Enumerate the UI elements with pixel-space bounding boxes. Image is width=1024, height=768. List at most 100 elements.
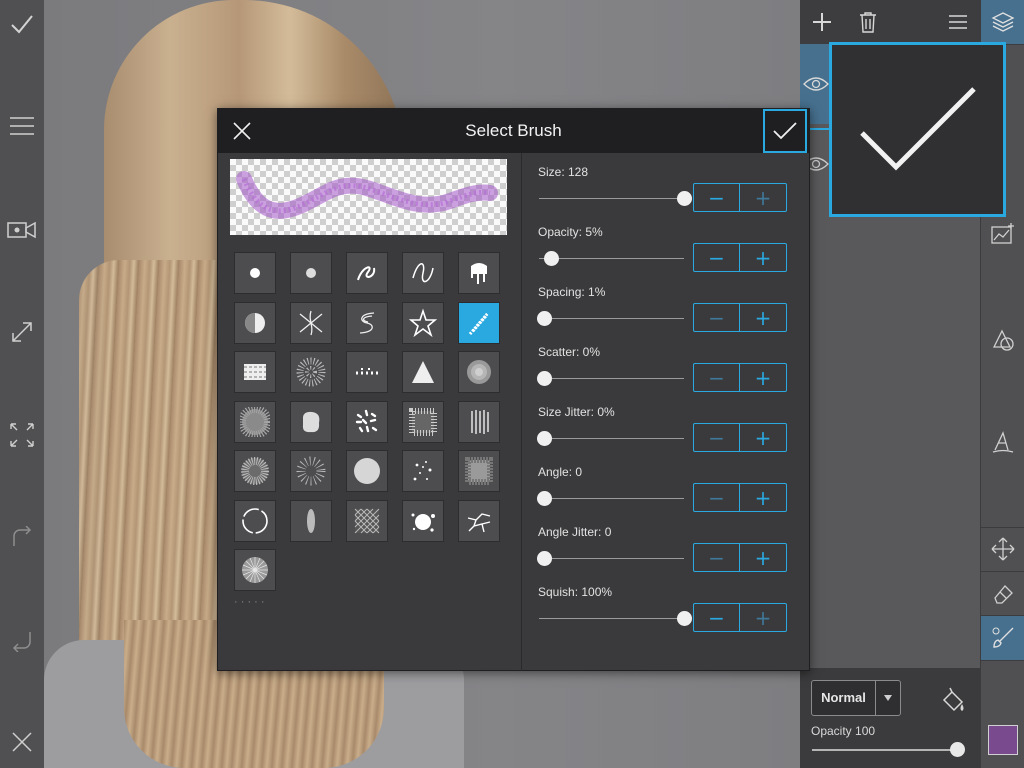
setting-slider[interactable] [539, 618, 684, 619]
decrement-button[interactable]: − [694, 424, 740, 451]
brush-option[interactable] [290, 252, 332, 294]
brush-setting-row: Squish: 100% − + [522, 573, 809, 633]
brush-option[interactable] [234, 351, 276, 393]
brush-option[interactable] [458, 351, 500, 393]
brush-option[interactable] [290, 499, 332, 542]
setting-slider[interactable] [539, 378, 684, 379]
increment-button[interactable]: + [740, 304, 786, 331]
close-icon [233, 122, 251, 140]
redo-button[interactable] [0, 518, 44, 558]
layer-menu-button[interactable] [936, 0, 980, 44]
setting-slider[interactable] [539, 198, 684, 199]
decrement-button[interactable]: − [694, 544, 740, 571]
brush-option[interactable] [402, 400, 444, 443]
decrement-button[interactable]: − [694, 604, 740, 631]
current-color-swatch[interactable] [988, 725, 1018, 755]
blend-mode-select[interactable]: Normal [811, 680, 901, 716]
minus-icon: − [708, 305, 725, 330]
brush-option[interactable] [458, 450, 500, 492]
brush-option[interactable] [458, 499, 500, 542]
brush-option[interactable] [234, 450, 276, 492]
brush-option[interactable] [234, 549, 276, 591]
brush-option[interactable] [290, 301, 332, 344]
brush-option[interactable] [402, 351, 444, 393]
move-button[interactable] [981, 527, 1024, 571]
increment-button[interactable]: + [740, 424, 786, 451]
brush-option[interactable] [402, 450, 444, 492]
brush-option[interactable] [458, 252, 500, 294]
increment-button[interactable]: + [740, 184, 786, 211]
brush-option[interactable] [290, 351, 332, 393]
brush-option[interactable] [346, 450, 388, 492]
layer-opacity-slider-thumb[interactable] [950, 742, 965, 757]
brush-option[interactable] [402, 301, 444, 344]
brush-option[interactable] [458, 400, 500, 443]
setting-stepper: − + [693, 543, 787, 572]
brush-option[interactable] [402, 252, 444, 294]
setting-slider-thumb[interactable] [544, 251, 559, 266]
setting-slider-thumb[interactable] [537, 371, 552, 386]
setting-label: Scatter: 0% [538, 345, 601, 359]
setting-slider[interactable] [539, 258, 684, 259]
resize-button[interactable] [0, 312, 44, 352]
brush-option[interactable] [346, 351, 388, 393]
add-image-button[interactable] [981, 212, 1024, 256]
setting-slider-thumb[interactable] [677, 191, 692, 206]
minus-icon: − [708, 485, 725, 510]
increment-button[interactable]: + [740, 604, 786, 631]
brush-button[interactable] [981, 616, 1024, 660]
setting-slider-thumb[interactable] [537, 431, 552, 446]
layers-button[interactable] [981, 0, 1024, 44]
setting-slider[interactable] [539, 498, 684, 499]
brush-option[interactable] [290, 450, 332, 492]
layer-visibility-toggle[interactable] [802, 66, 830, 102]
plus-icon: + [754, 305, 772, 330]
fullscreen-button[interactable] [0, 415, 44, 455]
close-button[interactable] [0, 722, 44, 762]
apply-button[interactable] [0, 4, 44, 44]
delete-layer-button[interactable] [846, 0, 890, 44]
fill-bucket-button[interactable] [938, 686, 968, 716]
undo-button[interactable] [0, 620, 44, 660]
eraser-button[interactable] [981, 572, 1024, 616]
brush-option[interactable] [234, 400, 276, 443]
setting-slider-thumb[interactable] [677, 611, 692, 626]
increment-button[interactable]: + [740, 544, 786, 571]
layer-opacity-slider[interactable] [812, 749, 957, 751]
dialog-confirm-button[interactable] [763, 109, 807, 153]
brush-option[interactable] [346, 252, 388, 294]
brush-option[interactable] [346, 499, 388, 542]
decrement-button[interactable]: − [694, 184, 740, 211]
video-record-button[interactable] [0, 210, 44, 250]
setting-slider[interactable] [539, 558, 684, 559]
decrement-button[interactable]: − [694, 244, 740, 271]
shapes-button[interactable] [981, 318, 1024, 362]
increment-button[interactable]: + [740, 364, 786, 391]
brush-option[interactable] [234, 301, 276, 344]
brush-icon [992, 627, 1014, 648]
add-layer-button[interactable] [800, 0, 844, 44]
brush-option[interactable] [346, 301, 388, 344]
crosshatch-brush-icon [352, 506, 382, 536]
brush-option[interactable] [346, 400, 388, 443]
setting-slider[interactable] [539, 318, 684, 319]
decrement-button[interactable]: − [694, 304, 740, 331]
blend-mode-value: Normal [812, 681, 876, 715]
brush-option[interactable] [458, 301, 500, 344]
increment-button[interactable]: + [740, 244, 786, 271]
setting-slider-thumb[interactable] [537, 551, 552, 566]
plus-icon: + [754, 185, 772, 210]
decrement-button[interactable]: − [694, 364, 740, 391]
dialog-close-button[interactable] [226, 115, 258, 147]
decrement-button[interactable]: − [694, 484, 740, 511]
text-button[interactable] [981, 420, 1024, 464]
increment-button[interactable]: + [740, 484, 786, 511]
brush-option[interactable] [290, 400, 332, 443]
menu-button[interactable] [0, 106, 44, 146]
brush-option[interactable] [234, 499, 276, 542]
brush-option[interactable] [402, 499, 444, 542]
setting-slider-thumb[interactable] [537, 491, 552, 506]
setting-slider[interactable] [539, 438, 684, 439]
brush-option[interactable] [234, 252, 276, 294]
setting-slider-thumb[interactable] [537, 311, 552, 326]
